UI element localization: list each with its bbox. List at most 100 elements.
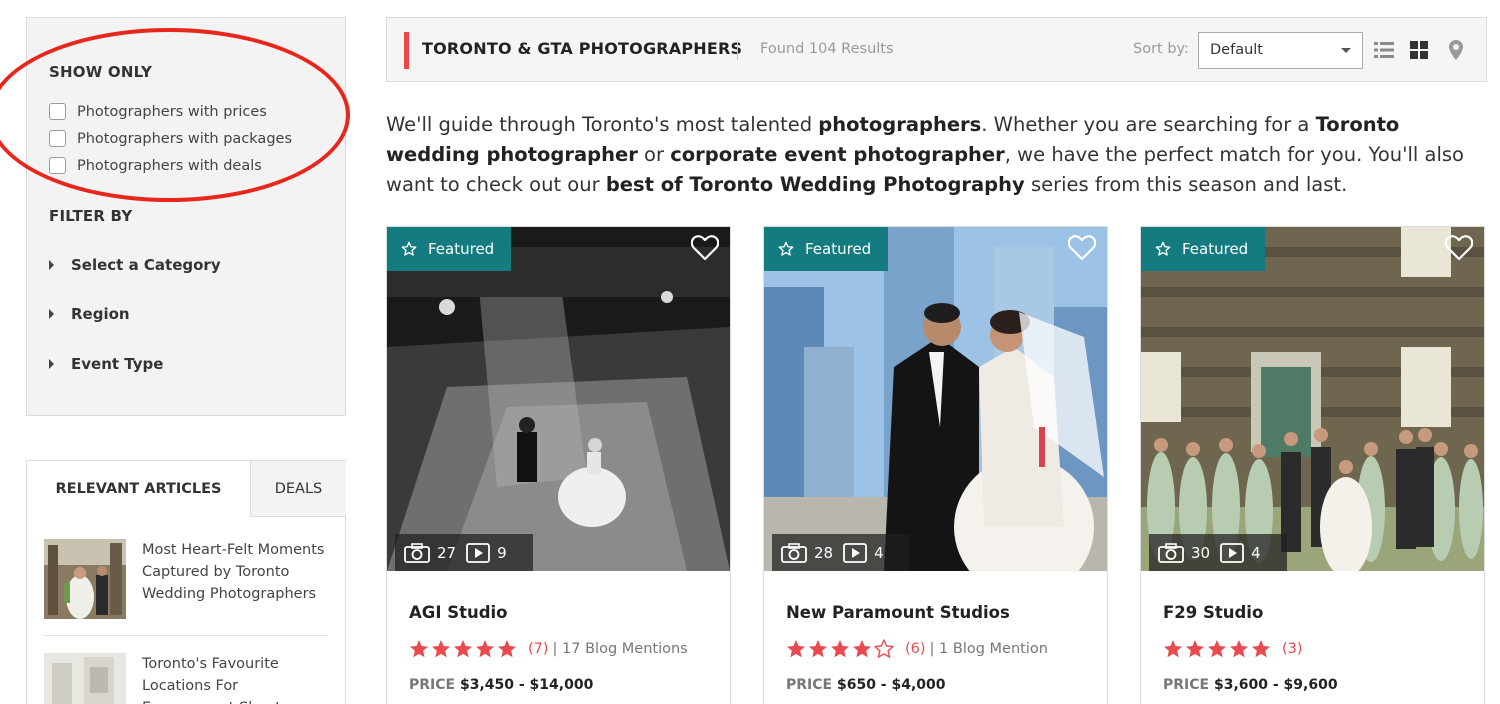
heart-icon[interactable] <box>1068 235 1096 261</box>
tab-deals[interactable]: DEALS <box>250 461 346 517</box>
price-label: PRICE <box>1163 677 1210 693</box>
divider <box>44 635 328 636</box>
video-icon <box>843 542 867 563</box>
filter-region[interactable]: Region <box>49 305 130 323</box>
checkbox[interactable] <box>49 157 66 174</box>
article-item[interactable]: Most Heart-Felt Moments Captured by Toro… <box>44 539 332 619</box>
list-view-icon[interactable] <box>1373 39 1395 61</box>
vendor-photo[interactable]: Featured 30 4 <box>1141 227 1484 571</box>
vendor-name[interactable]: F29 Studio <box>1163 603 1263 622</box>
checkbox-label: Photographers with prices <box>77 103 267 120</box>
chevron-down-icon <box>1341 48 1351 53</box>
checkbox[interactable] <box>49 103 66 120</box>
sort-label: Sort by: <box>1133 41 1189 57</box>
price-row: PRICE $650 - $4,000 <box>786 677 946 693</box>
checkbox[interactable] <box>49 130 66 147</box>
media-counts: 28 4 <box>772 534 910 571</box>
checkbox-label: Photographers with packages <box>77 130 292 147</box>
vendor-photo[interactable]: Featured 28 4 <box>764 227 1107 571</box>
vendor-card[interactable]: Featured 30 4 F29 Studio (3) PRICE $3,60… <box>1140 226 1485 704</box>
review-count[interactable]: (6) <box>905 641 926 657</box>
filter-by-heading: FILTER BY <box>49 207 133 225</box>
article-item[interactable]: Toronto's Favourite Locations For Engage… <box>44 653 332 704</box>
blog-mentions: | 1 Blog Mention <box>929 641 1048 657</box>
video-icon <box>1220 542 1244 563</box>
filter-with-prices[interactable]: Photographers with prices <box>49 103 267 120</box>
tab-relevant-articles[interactable]: RELEVANT ARTICLES <box>27 461 250 517</box>
vendor-card[interactable]: Featured 27 9 AGI Studio (7) | 17 Blog M… <box>386 226 731 704</box>
camera-icon <box>404 542 430 563</box>
article-thumbnail <box>44 653 126 704</box>
star-rating-icon <box>787 639 894 658</box>
page-title: TORONTO & GTA PHOTOGRAPHERS <box>422 39 743 58</box>
filter-panel: SHOW ONLY Photographers with prices Phot… <box>26 17 346 416</box>
show-only-heading: SHOW ONLY <box>49 63 153 81</box>
article-title: Most Heart-Felt Moments Captured by Toro… <box>142 542 325 602</box>
filter-event-type[interactable]: Event Type <box>49 355 163 373</box>
caret-right-icon <box>49 309 54 319</box>
map-pin-icon[interactable] <box>1445 39 1467 61</box>
star-outline-icon <box>1155 241 1171 256</box>
video-count: 4 <box>1251 543 1261 562</box>
price-value: $3,600 - $9,600 <box>1213 677 1338 693</box>
sort-select[interactable]: Default <box>1198 32 1363 69</box>
media-counts: 27 9 <box>395 534 533 571</box>
blog-mentions: | 17 Blog Mentions <box>552 641 688 657</box>
divider <box>737 40 738 60</box>
rating-row: (6) | 1 Blog Mention <box>786 639 1048 659</box>
featured-badge: Featured <box>764 227 889 271</box>
article-thumbnail <box>44 539 126 619</box>
price-row: PRICE $3,600 - $9,600 <box>1163 677 1338 693</box>
video-count: 4 <box>874 543 884 562</box>
review-count[interactable]: (3) <box>1282 641 1303 657</box>
heart-icon[interactable] <box>691 235 719 261</box>
intro-link: corporate event photographer <box>670 143 1005 166</box>
article-title: Toronto's Favourite Locations For Engage… <box>142 656 288 704</box>
media-counts: 30 4 <box>1149 534 1287 571</box>
featured-badge: Featured <box>1141 227 1266 271</box>
star-outline-icon <box>401 241 417 256</box>
intro-link: best of Toronto Wedding Photography <box>605 173 1025 196</box>
video-icon <box>466 542 490 563</box>
review-count[interactable]: (7) <box>528 641 549 657</box>
featured-badge: Featured <box>387 227 512 271</box>
star-rating-icon <box>410 640 516 658</box>
price-row: PRICE $3,450 - $14,000 <box>409 677 593 693</box>
filter-category[interactable]: Select a Category <box>49 256 221 274</box>
intro-link: photographers <box>818 113 982 136</box>
checkbox-label: Photographers with deals <box>77 157 262 174</box>
price-label: PRICE <box>786 677 833 693</box>
star-outline-icon <box>778 241 794 256</box>
camera-icon <box>1158 542 1184 563</box>
vendor-name[interactable]: AGI Studio <box>409 603 508 622</box>
filter-with-packages[interactable]: Photographers with packages <box>49 130 292 147</box>
vendor-photo[interactable]: Featured 27 9 <box>387 227 730 571</box>
video-count: 9 <box>497 543 507 562</box>
rating-row: (3) <box>1163 639 1303 659</box>
photo-count: 27 <box>437 543 457 562</box>
vendor-name[interactable]: New Paramount Studios <box>786 603 1010 622</box>
price-value: $3,450 - $14,000 <box>459 677 594 693</box>
filter-label: Region <box>71 305 130 323</box>
star-rating-icon <box>1164 640 1270 658</box>
grid-view-icon[interactable] <box>1408 39 1430 61</box>
caret-right-icon <box>49 260 54 270</box>
badge-label: Featured <box>428 240 495 258</box>
heart-icon[interactable] <box>1445 235 1473 261</box>
filter-with-deals[interactable]: Photographers with deals <box>49 157 262 174</box>
caret-right-icon <box>49 359 54 369</box>
rating-row: (7) | 17 Blog Mentions <box>409 639 688 659</box>
price-label: PRICE <box>409 677 456 693</box>
camera-icon <box>781 542 807 563</box>
vendor-card[interactable]: Featured 28 4 New Paramount Studios (6) … <box>763 226 1108 704</box>
photo-count: 30 <box>1191 543 1211 562</box>
price-value: $650 - $4,000 <box>836 677 946 693</box>
badge-label: Featured <box>1182 240 1249 258</box>
badge-label: Featured <box>805 240 872 258</box>
articles-panel: RELEVANT ARTICLES DEALS Most Heart-Felt … <box>26 460 346 704</box>
results-header: TORONTO & GTA PHOTOGRAPHERS Found 104 Re… <box>386 17 1487 82</box>
results-count: Found 104 Results <box>760 41 894 57</box>
filter-label: Select a Category <box>71 256 221 274</box>
filter-label: Event Type <box>71 355 164 373</box>
sort-value: Default <box>1210 42 1263 58</box>
